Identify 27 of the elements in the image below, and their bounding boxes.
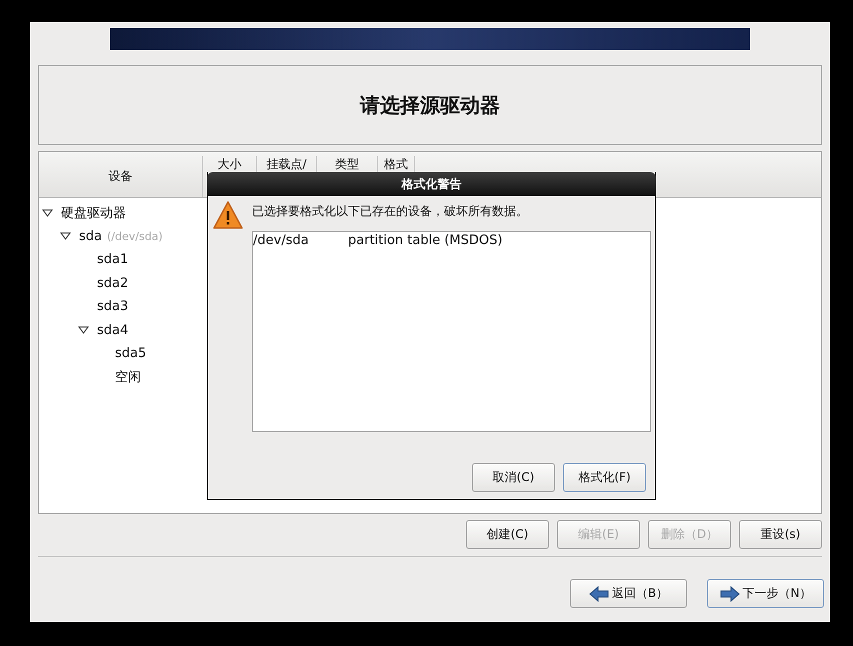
- device-description: partition table (MSDOS): [348, 233, 502, 248]
- tree-item[interactable]: sda4: [97, 322, 128, 338]
- back-button[interactable]: 返回（B）: [570, 579, 687, 608]
- left-arrow-icon: [588, 586, 609, 602]
- device-path: (/dev/sda): [107, 230, 163, 243]
- warning-icon: [212, 200, 244, 230]
- expander-icon[interactable]: [42, 208, 53, 217]
- tree-item[interactable]: sda: [79, 228, 102, 244]
- next-button[interactable]: 下一步（N）: [707, 579, 824, 608]
- right-arrow-icon: [720, 586, 740, 602]
- tree-item[interactable]: sda5: [115, 346, 146, 362]
- device-name: /dev/sda: [253, 233, 310, 248]
- tree-item[interactable]: sda1: [97, 252, 128, 268]
- tree-item[interactable]: sda2: [97, 276, 128, 291]
- tree-item[interactable]: sda3: [97, 299, 128, 314]
- tree-item[interactable]: 硬盘驱动器: [61, 204, 126, 222]
- page-title: 请选择源驱动器: [360, 92, 500, 118]
- expander-icon[interactable]: [60, 232, 71, 240]
- tree-item[interactable]: 空闲: [115, 368, 141, 386]
- dialog-button[interactable]: 取消(C): [472, 463, 555, 492]
- dialog-button[interactable]: 格式化(F): [563, 463, 646, 492]
- expander-icon[interactable]: [78, 326, 89, 334]
- column-header[interactable]: 设备: [39, 156, 203, 197]
- action-button[interactable]: 重设(s): [739, 520, 822, 549]
- action-button[interactable]: 创建(C): [466, 520, 549, 549]
- dialog-title: 格式化警告: [207, 172, 656, 196]
- warning-message: 已选择要格式化以下已存在的设备，破坏所有数据。: [252, 203, 529, 220]
